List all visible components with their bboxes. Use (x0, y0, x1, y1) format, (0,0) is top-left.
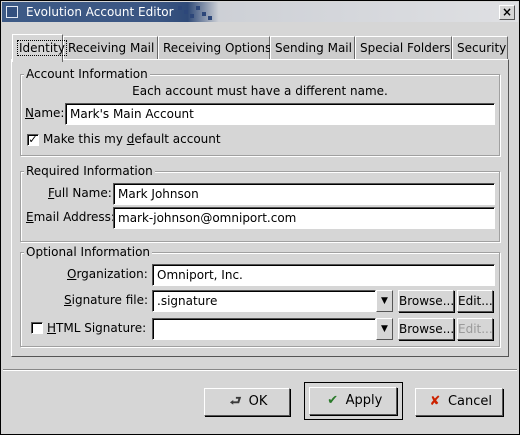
tab-sending-mail[interactable]: Sending Mail (270, 36, 355, 60)
ok-button[interactable]: ⮐ OK (204, 388, 290, 416)
cancel-x-icon: ✘ (429, 394, 441, 409)
account-information-legend: Account Information (24, 67, 150, 81)
window-menu-icon[interactable] (6, 6, 18, 18)
tab-security[interactable]: Security (452, 36, 508, 60)
full-name-input[interactable]: Mark Johnson (113, 183, 495, 205)
default-account-label: Make this my default account (43, 132, 221, 146)
organization-input[interactable]: Omniport, Inc. (152, 264, 495, 286)
email-address-input[interactable]: mark-johnson@omniport.com (113, 207, 495, 229)
organization-label: Organization: (67, 267, 148, 281)
account-editor-window: Evolution Account Editor × Identity Rece… (0, 0, 520, 435)
cancel-button[interactable]: ✘ Cancel (415, 388, 503, 416)
signature-browse-button[interactable]: Browse... (398, 290, 454, 312)
default-account-checkbox[interactable]: ✓ (27, 134, 39, 146)
identity-panel: Account Information Each account must ha… (11, 59, 509, 357)
email-address-label: Email Address: (26, 210, 115, 224)
titlebar-decoration (178, 6, 214, 20)
account-name-hint: Each account must have a different name. (132, 84, 388, 98)
html-signature-checkbox[interactable] (31, 322, 43, 334)
html-signature-dropdown-arrow-icon[interactable]: ▼ (376, 318, 393, 340)
apply-button[interactable]: ✔ Apply (309, 387, 397, 415)
signature-file-combo[interactable]: .signature (152, 290, 376, 312)
html-signature-edit-button: Edit... (457, 318, 493, 340)
ok-icon: ⮐ (229, 394, 242, 409)
dialog-separator (3, 369, 517, 371)
tab-special-folders[interactable]: Special Folders (355, 36, 452, 60)
account-name-input[interactable]: Mark's Main Account (65, 103, 495, 125)
signature-edit-button[interactable]: Edit... (457, 290, 493, 312)
required-information-legend: Required Information (24, 164, 155, 178)
window-title: Evolution Account Editor (26, 5, 174, 19)
full-name-label: Full Name: (48, 186, 112, 200)
title-bar[interactable]: Evolution Account Editor × (2, 2, 518, 22)
tab-identity[interactable]: Identity (12, 34, 67, 62)
html-signature-combo[interactable] (152, 318, 376, 340)
tab-receiving-options[interactable]: Receiving Options (158, 36, 271, 60)
html-signature-browse-button[interactable]: Browse... (398, 318, 454, 340)
tab-receiving-mail[interactable]: Receiving Mail (63, 36, 158, 60)
checkmark-icon: ✔ (327, 393, 339, 408)
close-window-button[interactable]: × (499, 5, 515, 20)
signature-dropdown-arrow-icon[interactable]: ▼ (376, 290, 393, 312)
html-signature-label: HTML Signature: (47, 321, 147, 335)
name-label: Name: (25, 106, 65, 120)
optional-information-legend: Optional Information (24, 245, 153, 259)
signature-file-label: Signature file: (64, 293, 149, 307)
